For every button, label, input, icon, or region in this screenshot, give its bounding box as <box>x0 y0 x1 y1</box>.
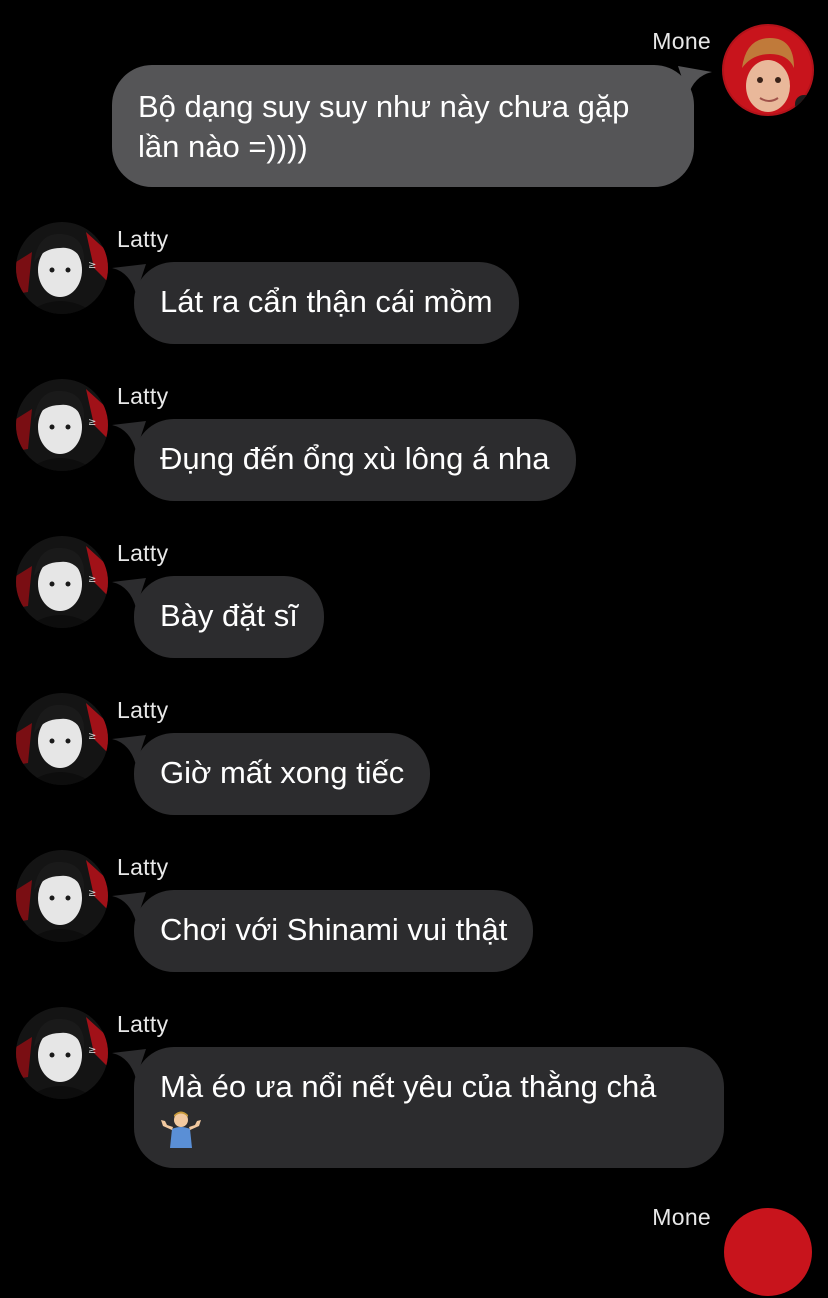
message-bubble[interactable]: Chơi với Shinami vui thật <box>134 890 534 972</box>
message-bubble[interactable]: Bộ dạng suy suy như này chưa gặp lần nào… <box>112 65 694 187</box>
svg-text:≥: ≥ <box>88 888 96 899</box>
svg-text:≥: ≥ <box>88 731 96 742</box>
avatar-latty[interactable]: ≥ <box>16 222 108 314</box>
message-incoming: ≥ Latty Giờ mất xong tiếc <box>0 691 828 821</box>
person-shrugging-emoji <box>160 1110 202 1148</box>
avatar-latty[interactable]: ≥ <box>16 1007 108 1099</box>
message-bubble[interactable]: Bày đặt sĩ <box>134 576 324 658</box>
message-text: Giờ mất xong tiếc <box>160 755 405 790</box>
sender-name: Latty <box>117 1011 169 1037</box>
sender-name: Mone <box>652 1204 711 1230</box>
message-text: Đụng đến ổng xù lông á nha <box>160 441 550 476</box>
avatar-latty[interactable]: ≥ <box>16 379 108 471</box>
avatar-latty[interactable]: ≥ <box>16 850 108 942</box>
message-incoming: ≥ Latty Bày đặt sĩ <box>0 534 828 664</box>
message-outgoing-partial: Mone <box>0 1190 828 1296</box>
avatar-mone[interactable] <box>722 24 814 116</box>
message-incoming: ≥ Latty Chơi với Shinami vui thật <box>0 848 828 978</box>
message-text: Bộ dạng suy suy như này chưa gặp lần nào… <box>138 89 630 164</box>
svg-text:≥: ≥ <box>88 1045 96 1056</box>
sender-name: Latty <box>117 697 169 723</box>
sender-name: Latty <box>117 540 169 566</box>
message-bubble[interactable]: Lát ra cẩn thận cái mồm <box>134 262 519 344</box>
message-text: Bày đặt sĩ <box>160 598 298 633</box>
avatar-latty[interactable]: ≥ <box>16 693 108 785</box>
message-bubble[interactable]: Giờ mất xong tiếc <box>134 733 431 815</box>
bubble-tail <box>678 66 712 96</box>
message-text: Lát ra cẩn thận cái mồm <box>160 284 493 319</box>
svg-text:≥: ≥ <box>88 417 96 428</box>
message-outgoing: Mone Bộ dạng suy suy như này chưa gặp lầ… <box>0 0 828 200</box>
message-bubble[interactable]: Mà éo ưa nổi nết yêu của thằng chả <box>134 1047 724 1168</box>
svg-text:≥: ≥ <box>88 260 96 271</box>
message-text: Mà éo ưa nổi nết yêu của thằng chả <box>160 1069 657 1104</box>
message-incoming: ≥ Latty Lát ra cẩn thận cái mồm <box>0 220 828 350</box>
sender-name: Latty <box>117 383 169 409</box>
message-text: Chơi với Shinami vui thật <box>160 912 508 947</box>
avatar-mone[interactable] <box>722 1206 814 1298</box>
message-incoming: ≥ Latty Đụng đến ổng xù lông á nha <box>0 377 828 507</box>
sender-name: Latty <box>117 226 169 252</box>
message-bubble[interactable]: Đụng đến ổng xù lông á nha <box>134 419 576 501</box>
avatar-latty[interactable]: ≥ <box>16 536 108 628</box>
sender-name: Mone <box>652 28 711 54</box>
sender-name: Latty <box>117 854 169 880</box>
svg-text:≥: ≥ <box>88 574 96 585</box>
message-incoming: ≥ Latty Mà éo ưa nổi nết yêu của thằng c… <box>0 1005 828 1175</box>
